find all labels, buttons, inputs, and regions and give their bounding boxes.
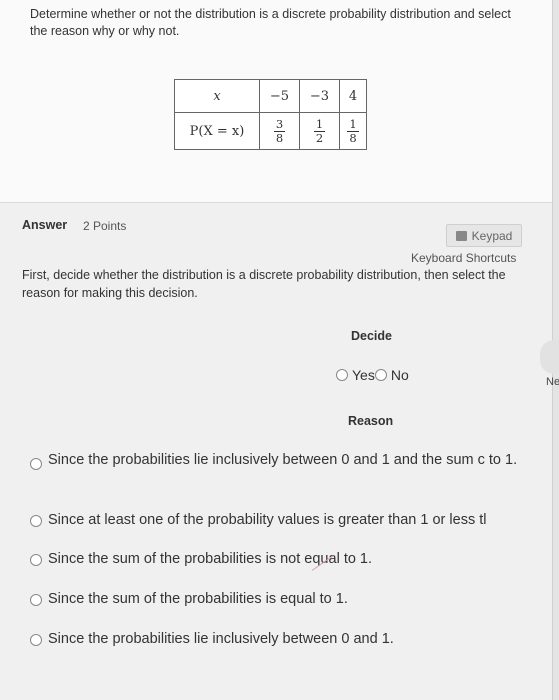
radio-button[interactable] <box>30 515 42 527</box>
side-nav-tab[interactable] <box>540 340 559 374</box>
keypad-button[interactable]: Keypad <box>446 224 522 247</box>
decide-option-no[interactable]: No <box>374 367 409 383</box>
keyboard-shortcuts-link[interactable]: Keyboard Shortcuts <box>411 251 516 265</box>
fraction-numerator: 1 <box>347 117 359 132</box>
table-row: x −5 −3 4 <box>174 79 367 113</box>
probability-header: P(X = x) <box>174 112 260 150</box>
fraction-numerator: 3 <box>273 117 286 132</box>
distribution-table: x −5 −3 4 P(X = x) 38 12 18 <box>174 79 367 150</box>
fraction-denominator: 8 <box>275 131 284 145</box>
instruction-text: First, decide whether the distribution i… <box>22 268 506 300</box>
question-text: Determine whether or not the distributio… <box>30 7 511 38</box>
radio-button[interactable] <box>374 369 387 381</box>
points-label: 2 Points <box>83 219 127 233</box>
radio-button[interactable] <box>30 554 42 566</box>
radio-button[interactable] <box>30 634 42 646</box>
x-value: 4 <box>339 79 367 113</box>
probability-value: 18 <box>339 112 367 150</box>
fraction-numerator: 1 <box>313 117 326 132</box>
next-button[interactable]: Ne <box>546 376 559 388</box>
radio-button[interactable] <box>30 458 42 470</box>
keypad-label: Keypad <box>471 228 513 243</box>
reason-option[interactable]: Since the probabilities lie inclusively … <box>30 450 548 471</box>
reason-text: Since the sum of the probabilities is no… <box>48 551 373 567</box>
option-label: Yes <box>352 367 375 383</box>
reason-option[interactable]: Since the sum of the probabilities is eq… <box>30 591 348 607</box>
x-value: −5 <box>259 79 300 113</box>
question-panel: Determine whether or not the distributio… <box>0 0 552 203</box>
keypad-icon <box>455 230 467 241</box>
radio-button[interactable] <box>30 594 42 606</box>
reason-text: Since at least one of the probability va… <box>48 512 487 528</box>
probability-value: 38 <box>259 112 300 150</box>
table-row: P(X = x) 38 12 18 <box>174 112 367 150</box>
reason-text: Since the probabilities lie inclusively … <box>48 452 518 468</box>
reason-text: Since the probabilities lie inclusively … <box>48 631 394 647</box>
reason-text: Since the sum of the probabilities is eq… <box>48 591 348 607</box>
answer-label: Answer <box>22 218 68 232</box>
x-header: x <box>174 79 260 113</box>
radio-button[interactable] <box>336 369 348 381</box>
x-value: −3 <box>299 79 340 113</box>
decide-label: Decide <box>351 329 392 343</box>
fraction-denominator: 8 <box>349 131 357 145</box>
reason-label: Reason <box>348 414 394 428</box>
option-label: No <box>390 367 409 383</box>
decide-radio-group: Yes No <box>336 367 409 383</box>
decide-option-yes[interactable]: Yes <box>336 367 375 383</box>
reason-option[interactable]: Since the probabilities lie inclusively … <box>30 631 394 647</box>
reason-option[interactable]: Since at least one of the probability va… <box>30 512 486 528</box>
probability-value: 12 <box>299 112 340 150</box>
fraction-denominator: 2 <box>315 131 324 145</box>
